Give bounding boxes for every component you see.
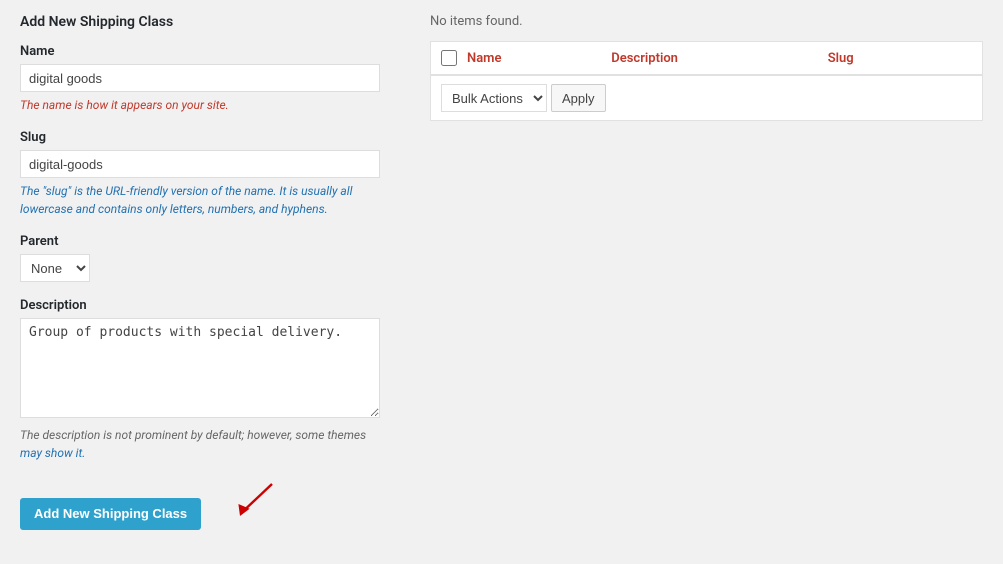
parent-field-group: Parent None <box>20 234 390 282</box>
bulk-actions-bar: Bulk Actions Apply <box>431 75 982 120</box>
name-label: Name <box>20 44 390 59</box>
left-panel: Add New Shipping Class Name The name is … <box>0 0 410 564</box>
table-header-row: Name Description Slug <box>431 42 982 75</box>
column-description-header: Description <box>611 51 827 66</box>
description-field-group: Description Group of products with speci… <box>20 298 390 462</box>
bulk-actions-select[interactable]: Bulk Actions <box>441 84 547 112</box>
select-all-checkbox[interactable] <box>441 50 457 66</box>
name-input[interactable] <box>20 64 380 92</box>
arrow-icon <box>231 480 281 520</box>
description-hint-prefix: The description is not prominent by defa… <box>20 428 366 442</box>
description-textarea[interactable]: Group of products with special delivery. <box>20 318 380 418</box>
panel-title: Add New Shipping Class <box>20 14 390 30</box>
slug-field-group: Slug The "slug" is the URL-friendly vers… <box>20 130 390 218</box>
slug-input[interactable] <box>20 150 380 178</box>
add-button-wrapper: Add New Shipping Class <box>20 498 201 530</box>
no-items-text: No items found. <box>430 14 983 29</box>
slug-label: Slug <box>20 130 390 145</box>
description-hint-link[interactable]: may show it. <box>20 446 85 460</box>
description-label: Description <box>20 298 390 313</box>
description-hint: The description is not prominent by defa… <box>20 426 380 462</box>
slug-hint: The "slug" is the URL-friendly version o… <box>20 182 390 218</box>
name-hint: The name is how it appears on your site. <box>20 96 390 114</box>
column-slug-header: Slug <box>828 51 972 66</box>
add-new-shipping-class-button[interactable]: Add New Shipping Class <box>20 498 201 530</box>
apply-button[interactable]: Apply <box>551 84 606 112</box>
parent-label: Parent <box>20 234 390 249</box>
parent-select[interactable]: None <box>20 254 90 282</box>
shipping-classes-table: Name Description Slug Bulk Actions Apply <box>430 41 983 121</box>
right-panel: No items found. Name Description Slug Bu… <box>410 0 1003 564</box>
column-name-header: Name <box>467 51 611 66</box>
name-field-group: Name The name is how it appears on your … <box>20 44 390 114</box>
